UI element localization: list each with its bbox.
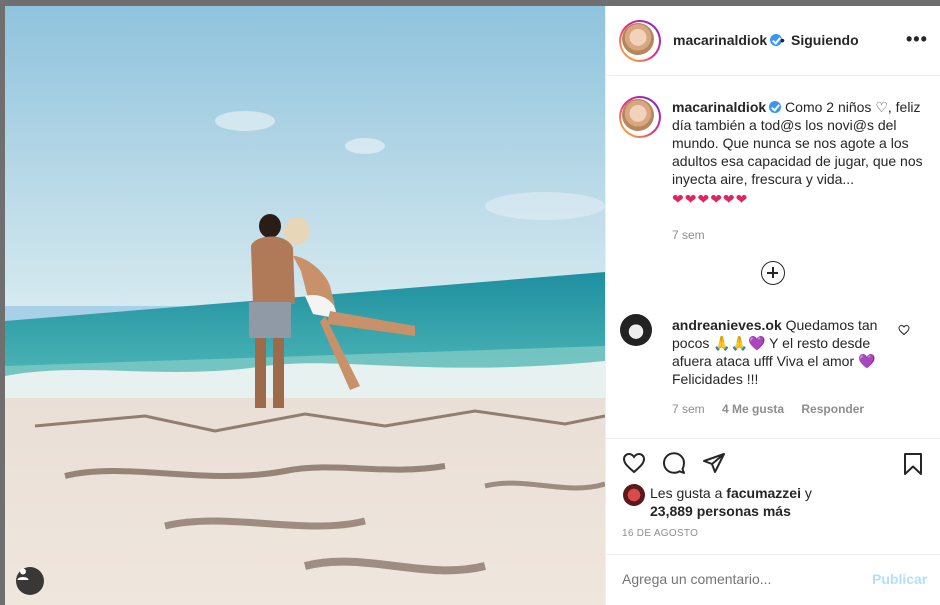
likes-user[interactable]: facumazzei	[726, 485, 801, 501]
comment-text-block: andreanieves.ok Quedamos tan pocos 🙏🙏💜 Y…	[672, 316, 897, 388]
caption-text-block: macarinaldiok Como 2 niños ♡, feliz día …	[672, 98, 927, 244]
header-username[interactable]: macarinaldiok	[673, 32, 783, 48]
share-paper-plane-icon[interactable]	[701, 451, 727, 475]
add-comment-bar: Publicar	[606, 554, 940, 605]
verified-icon	[769, 101, 782, 113]
post-date[interactable]: 16 DE AGOSTO	[622, 528, 698, 539]
person-icon	[17, 568, 29, 580]
likes-count[interactable]: 23,889 personas más	[650, 503, 791, 519]
likes-conj: y	[804, 485, 812, 501]
add-comment-input[interactable]	[622, 571, 852, 587]
comment-time[interactable]: 7 sem	[672, 402, 705, 416]
user-tag-icon[interactable]	[16, 567, 44, 595]
action-bar	[606, 438, 940, 488]
caption-avatar[interactable]	[619, 96, 661, 138]
post-header: macarinaldiok • Siguiendo •••	[606, 6, 940, 76]
caption-time[interactable]: 7 sem	[672, 226, 927, 244]
load-more-comments-icon[interactable]	[761, 261, 785, 285]
separator-dot: •	[780, 32, 785, 48]
following-button[interactable]: Siguiendo	[791, 32, 859, 48]
comment-like-heart-icon[interactable]	[898, 324, 910, 336]
liker-avatar[interactable]	[623, 484, 645, 506]
save-bookmark-icon[interactable]	[901, 451, 925, 477]
likes-prefix: Les gusta a	[650, 485, 723, 501]
comment-username[interactable]: andreanieves.ok	[672, 317, 782, 333]
post-photo[interactable]	[5, 6, 605, 605]
comment-avatar[interactable]	[620, 314, 652, 346]
comment-bubble-icon[interactable]	[661, 451, 687, 475]
caption-hearts: ❤❤❤❤❤❤	[672, 191, 749, 207]
publish-button[interactable]: Publicar	[872, 571, 927, 587]
post-side-panel: macarinaldiok • Siguiendo ••• macarinald…	[605, 6, 940, 605]
header-avatar[interactable]	[619, 20, 661, 62]
like-heart-icon[interactable]	[621, 451, 647, 475]
more-icon[interactable]: •••	[906, 30, 928, 48]
comment-meta: 7 sem 4 Me gusta Responder	[672, 402, 878, 416]
caption-username[interactable]: macarinaldiok	[672, 99, 766, 115]
likes-summary: Les gusta a facumazzei y 23,889 personas…	[650, 484, 880, 520]
beach-photo	[5, 6, 605, 605]
comment-likes[interactable]: 4 Me gusta	[722, 402, 784, 416]
comment-reply-button[interactable]: Responder	[801, 402, 864, 416]
